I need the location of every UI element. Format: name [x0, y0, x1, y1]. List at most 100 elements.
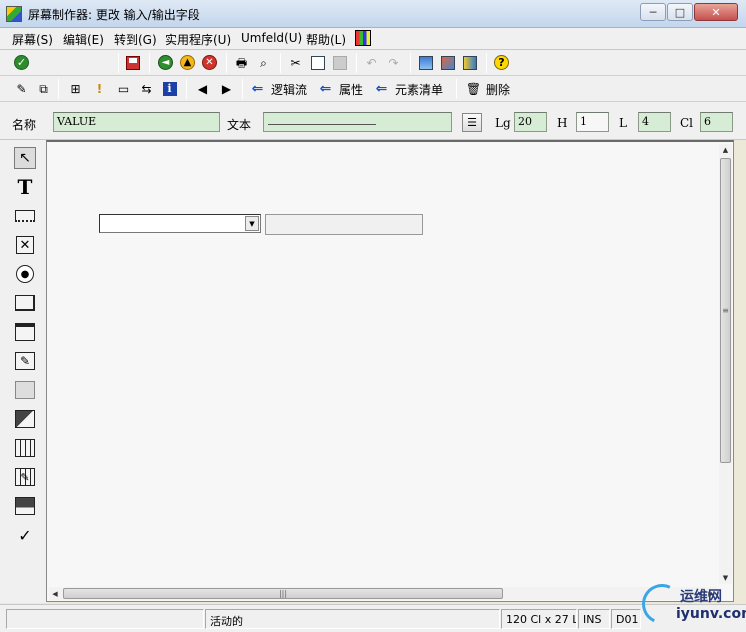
toolbar-separator	[149, 53, 150, 73]
logic-flow-arrow-icon: ⇐	[251, 80, 264, 97]
exit-button[interactable]: ▲	[179, 54, 196, 71]
io-field-icon	[15, 210, 35, 222]
edit-button[interactable]: ✎	[13, 80, 30, 97]
watermark-logo: 运维网 iyunv.com	[636, 578, 746, 630]
trash-icon: 🗑	[465, 81, 482, 96]
print-button[interactable]: 🖶	[233, 54, 250, 71]
name-field[interactable]: VALUE	[53, 112, 220, 132]
toolbar-separator	[456, 79, 457, 99]
transfer-button[interactable]: ⇆	[138, 80, 155, 97]
pencil-icon: ✎	[16, 81, 27, 96]
text-label: 文本	[227, 118, 252, 132]
horizontal-scrollbar[interactable]: ◀ ||| ▶	[49, 587, 717, 600]
custom-control-tool[interactable]	[14, 495, 36, 517]
find-button[interactable]: ⌕	[255, 54, 272, 71]
status-state: 活动的	[205, 609, 500, 629]
hierarchy-icon: ⊞	[70, 81, 81, 96]
output-field[interactable]	[265, 214, 423, 235]
table-control-tool[interactable]	[14, 437, 36, 459]
element-button[interactable]: ⧉	[35, 80, 52, 97]
layout-color-icon[interactable]	[355, 30, 371, 46]
dictionary-button[interactable]: !	[91, 80, 108, 97]
logic-flow-button[interactable]: 逻辑流	[271, 81, 307, 98]
tabstrip-wizard-tool[interactable]: ✎	[14, 350, 36, 372]
window-cascade-button[interactable]	[439, 54, 456, 71]
cut-button[interactable]: ✂	[287, 54, 304, 71]
help-icon: ?	[494, 55, 509, 70]
redo-button[interactable]: ↷	[385, 54, 402, 71]
status-bar: 活动的 120 Cl x 27 L INS D01	[0, 604, 746, 632]
minimize-button[interactable]: ─	[640, 3, 666, 21]
box-tool[interactable]	[14, 379, 36, 401]
h-field[interactable]: 1	[576, 112, 609, 132]
printer-icon: 🖶	[235, 55, 248, 70]
io-field-tool[interactable]	[14, 205, 36, 227]
scissors-icon: ✂	[290, 55, 301, 70]
name-label: 名称	[12, 118, 37, 132]
cancel-icon: ✕	[202, 55, 217, 70]
close-button[interactable]: ✕	[694, 3, 738, 21]
chevron-down-icon[interactable]: ▼	[245, 216, 259, 231]
menu-help[interactable]: 帮助(L)	[306, 31, 346, 48]
scroll-left-icon[interactable]: ◀	[49, 587, 61, 600]
menu-goto[interactable]: 转到(G)	[114, 31, 157, 48]
undo-button[interactable]: ↶	[363, 54, 380, 71]
status-check-icon: ✓	[18, 525, 32, 545]
horizontal-scroll-thumb[interactable]: |||	[63, 588, 503, 599]
checkbox-tool[interactable]: ✕	[14, 234, 36, 256]
toolbar-separator	[186, 79, 187, 99]
l-field[interactable]: 4	[638, 112, 671, 132]
scroll-up-icon[interactable]: ▲	[719, 144, 732, 156]
floppy-icon	[125, 55, 140, 70]
info-icon: i	[162, 81, 177, 96]
dictionary-lookup-button[interactable]: ☰	[462, 113, 482, 132]
subscreen-tool[interactable]	[14, 408, 36, 430]
save-button[interactable]	[124, 54, 141, 71]
menu-utilities[interactable]: 实用程序(U)	[165, 31, 231, 48]
menu-umfeld[interactable]: Umfeld(U)	[241, 31, 302, 45]
enter-button[interactable]: ✓	[13, 54, 30, 71]
window-layout-button[interactable]	[461, 54, 478, 71]
info-button[interactable]: i	[161, 80, 178, 97]
hierarchy-button[interactable]: ⊞	[67, 80, 84, 97]
pushbutton-tool[interactable]	[14, 292, 36, 314]
table-wizard-tool[interactable]: ✎	[14, 466, 36, 488]
text-t-icon: T	[17, 175, 33, 199]
attribute-bar: 名称 VALUE 文本 ☰ Lg 20 H 1 L 4 Cl 6	[0, 102, 746, 140]
attributes-button[interactable]: 属性	[339, 81, 363, 98]
standard-toolbar: ✓ ◄ ▲ ✕ 🖶 ⌕ ✂ ↶ ↷ ?	[0, 50, 746, 76]
delete-button[interactable]: 删除	[486, 81, 510, 98]
vertical-scroll-thumb[interactable]: ≡	[720, 158, 731, 463]
element-icon: ⧉	[39, 81, 48, 96]
tabstrip-tool[interactable]	[14, 321, 36, 343]
layout-canvas[interactable]: ▼ ▲ ≡ ▼ ◀ ||| ▶	[46, 140, 734, 602]
bookmark-icon: !	[96, 81, 103, 96]
text-tool[interactable]: T	[14, 175, 36, 199]
lg-field[interactable]: 20	[514, 112, 547, 132]
element-list-button[interactable]: 元素清单	[395, 81, 443, 98]
cancel-button[interactable]: ✕	[201, 54, 218, 71]
back-button[interactable]: ◄	[157, 54, 174, 71]
radio-icon: ●	[16, 265, 34, 283]
screen-button[interactable]: ▭	[115, 80, 132, 97]
help-button[interactable]: ?	[493, 54, 510, 71]
menu-edit[interactable]: 编辑(E)	[63, 31, 104, 48]
paste-button[interactable]	[331, 54, 348, 71]
status-icon-tool[interactable]: ✓	[14, 524, 36, 546]
next-button[interactable]: ▶	[218, 80, 235, 97]
text-field[interactable]	[263, 112, 452, 132]
copy-button[interactable]	[309, 54, 326, 71]
window-tile-button[interactable]	[417, 54, 434, 71]
text-field-underline	[268, 124, 376, 125]
application-toolbar: ✎ ⧉ ⊞ ! ▭ ⇆ i ◀ ▶ ⇐ 逻辑流 ⇐ 属性 ⇐ 元素清单 🗑 删除	[0, 76, 746, 102]
radio-button-tool[interactable]: ●	[14, 263, 36, 285]
vertical-scrollbar[interactable]: ▲ ≡ ▼	[719, 144, 732, 584]
cl-field[interactable]: 6	[700, 112, 733, 132]
menu-screen[interactable]: 屏幕(S)	[12, 31, 53, 48]
cursor-arrow-icon: ↖	[19, 150, 31, 166]
previous-button[interactable]: ◀	[194, 80, 211, 97]
element-list-arrow-icon: ⇐	[375, 80, 388, 97]
pointer-tool[interactable]: ↖	[14, 147, 36, 169]
maximize-button[interactable]: □	[667, 3, 693, 21]
value-dropdown[interactable]: ▼	[99, 214, 261, 233]
